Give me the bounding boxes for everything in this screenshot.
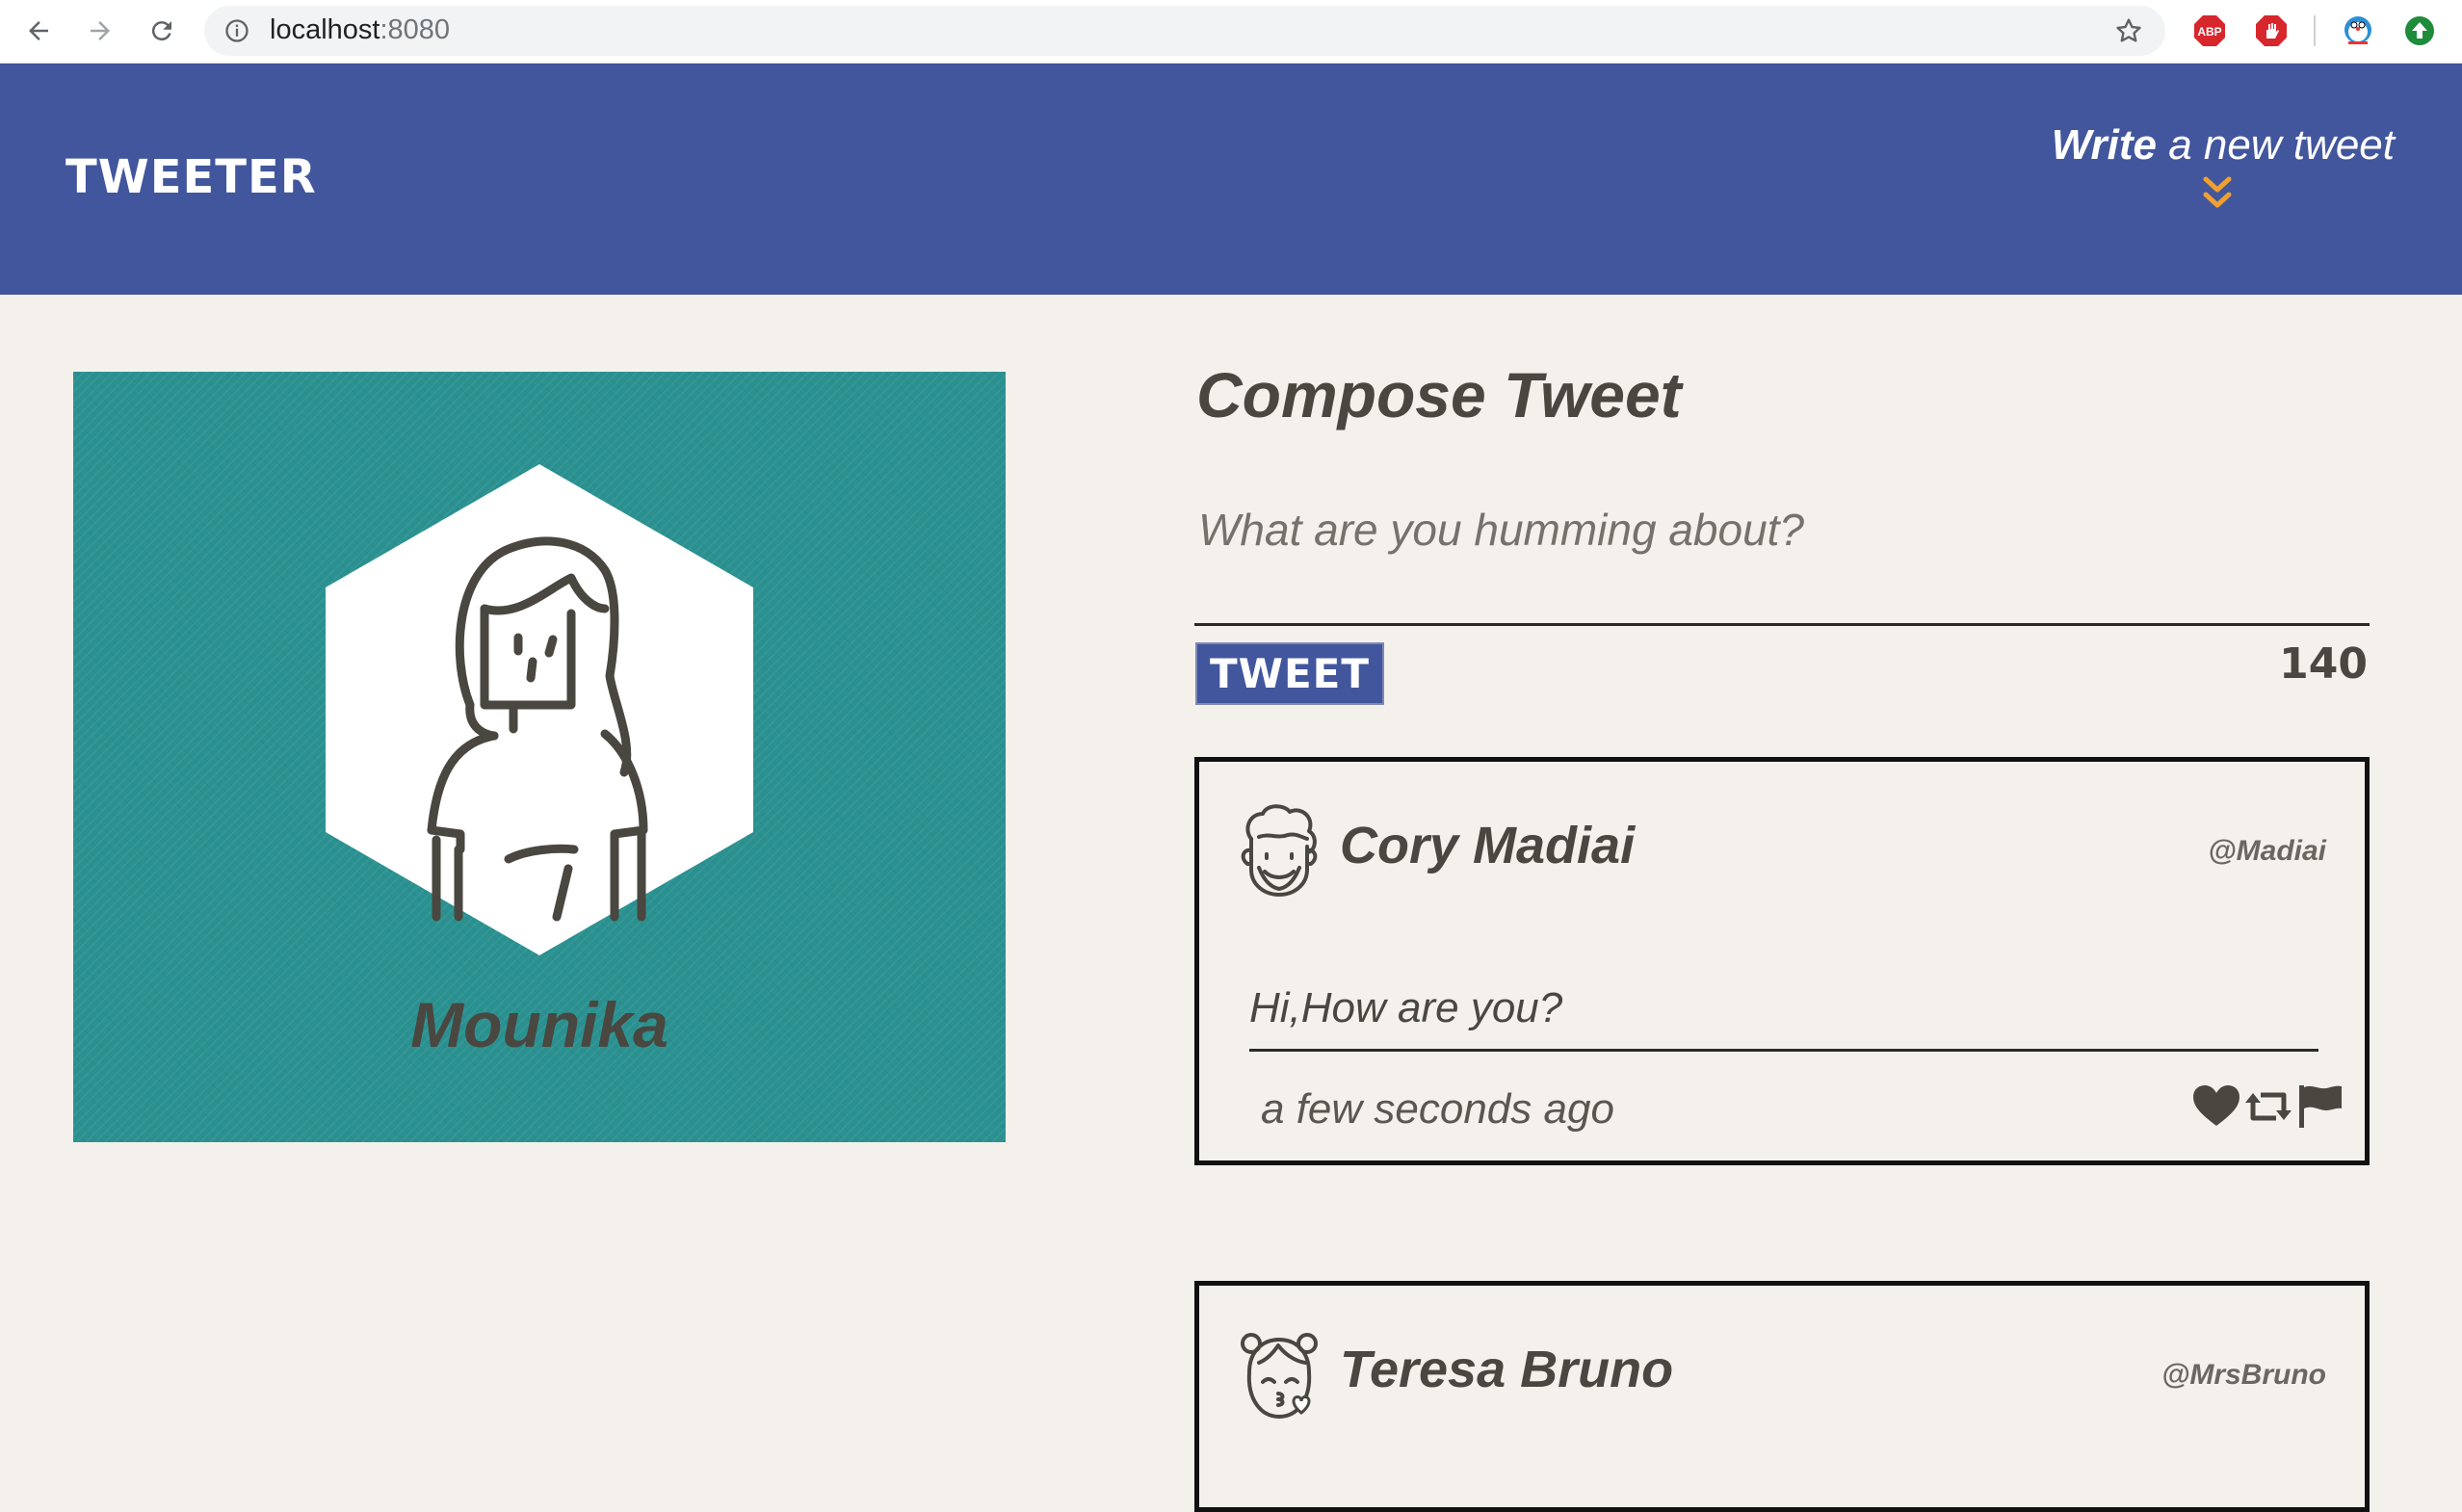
- url-host: localhost: [270, 14, 380, 45]
- app-logo[interactable]: TWEETER: [65, 150, 317, 204]
- character-counter: 140: [2279, 639, 2368, 689]
- svg-text:ABP: ABP: [2197, 25, 2221, 39]
- bookmark-star-icon[interactable]: [2113, 15, 2144, 46]
- stop-hand-icon[interactable]: [2252, 12, 2291, 50]
- tweet-content: Hi,How are you?: [1249, 979, 2318, 1052]
- reload-icon: [151, 21, 171, 41]
- profile-name: Mounika: [410, 989, 668, 1060]
- doraemon-icon[interactable]: [2339, 12, 2377, 50]
- tweet-card: Teresa Bruno @MrsBruno: [1194, 1281, 2370, 1512]
- compose-divider: [1194, 623, 2370, 626]
- upload-arrow-icon[interactable]: [2400, 12, 2439, 50]
- double-chevron-down-icon: [2203, 176, 2232, 208]
- reload-button[interactable]: [141, 10, 183, 52]
- user-avatar-icon: [326, 464, 753, 955]
- app-header: TWEETER Write a new tweet: [0, 64, 2462, 295]
- back-arrow-icon: [29, 21, 48, 40]
- tweet-submit-button[interactable]: TWEET: [1195, 642, 1384, 705]
- forward-arrow-icon: [91, 21, 110, 40]
- profile-card: Mounika: [73, 372, 1006, 1142]
- address-bar[interactable]: localhost:8080: [204, 6, 2165, 56]
- heart-icon[interactable]: [2191, 1083, 2241, 1130]
- write-new-tweet-toggle[interactable]: Write a new tweet: [2052, 121, 2395, 208]
- tweet-actions: [2191, 1083, 2345, 1130]
- tweet-card: Cory Madiai @Madiai Hi,How are you? a fe…: [1194, 757, 2370, 1165]
- toolbar-separator: [2314, 15, 2316, 46]
- adblock-icon[interactable]: ABP: [2190, 12, 2229, 50]
- url-port: :8080: [380, 14, 451, 45]
- browser-toolbar: localhost:8080 ABP: [0, 0, 2462, 64]
- tweet-author-name: Teresa Bruno: [1340, 1341, 1674, 1398]
- tweet-author-handle: @MrsBruno: [2161, 1359, 2326, 1391]
- tweet-author-handle: @Madiai: [2208, 835, 2326, 867]
- write-label-rest: a new tweet: [2156, 121, 2395, 169]
- tweet-timestamp: a few seconds ago: [1261, 1085, 1614, 1133]
- info-icon[interactable]: [223, 17, 250, 44]
- back-button[interactable]: [17, 10, 60, 52]
- tweet-author-name: Cory Madiai: [1340, 817, 1636, 874]
- flag-icon[interactable]: [2295, 1083, 2345, 1130]
- compose-title: Compose Tweet: [1196, 359, 1682, 430]
- kissing-girl-avatar-icon: [1241, 1333, 1318, 1419]
- tweet-text-input[interactable]: [1194, 496, 2375, 563]
- write-new-tweet-label: Write a new tweet: [2052, 121, 2395, 169]
- curly-hair-man-avatar-icon: [1241, 804, 1318, 897]
- retweet-icon[interactable]: [2243, 1083, 2293, 1130]
- forward-button[interactable]: [79, 10, 121, 52]
- url-text[interactable]: localhost:8080: [270, 14, 450, 46]
- write-label-bold: Write: [2051, 121, 2157, 169]
